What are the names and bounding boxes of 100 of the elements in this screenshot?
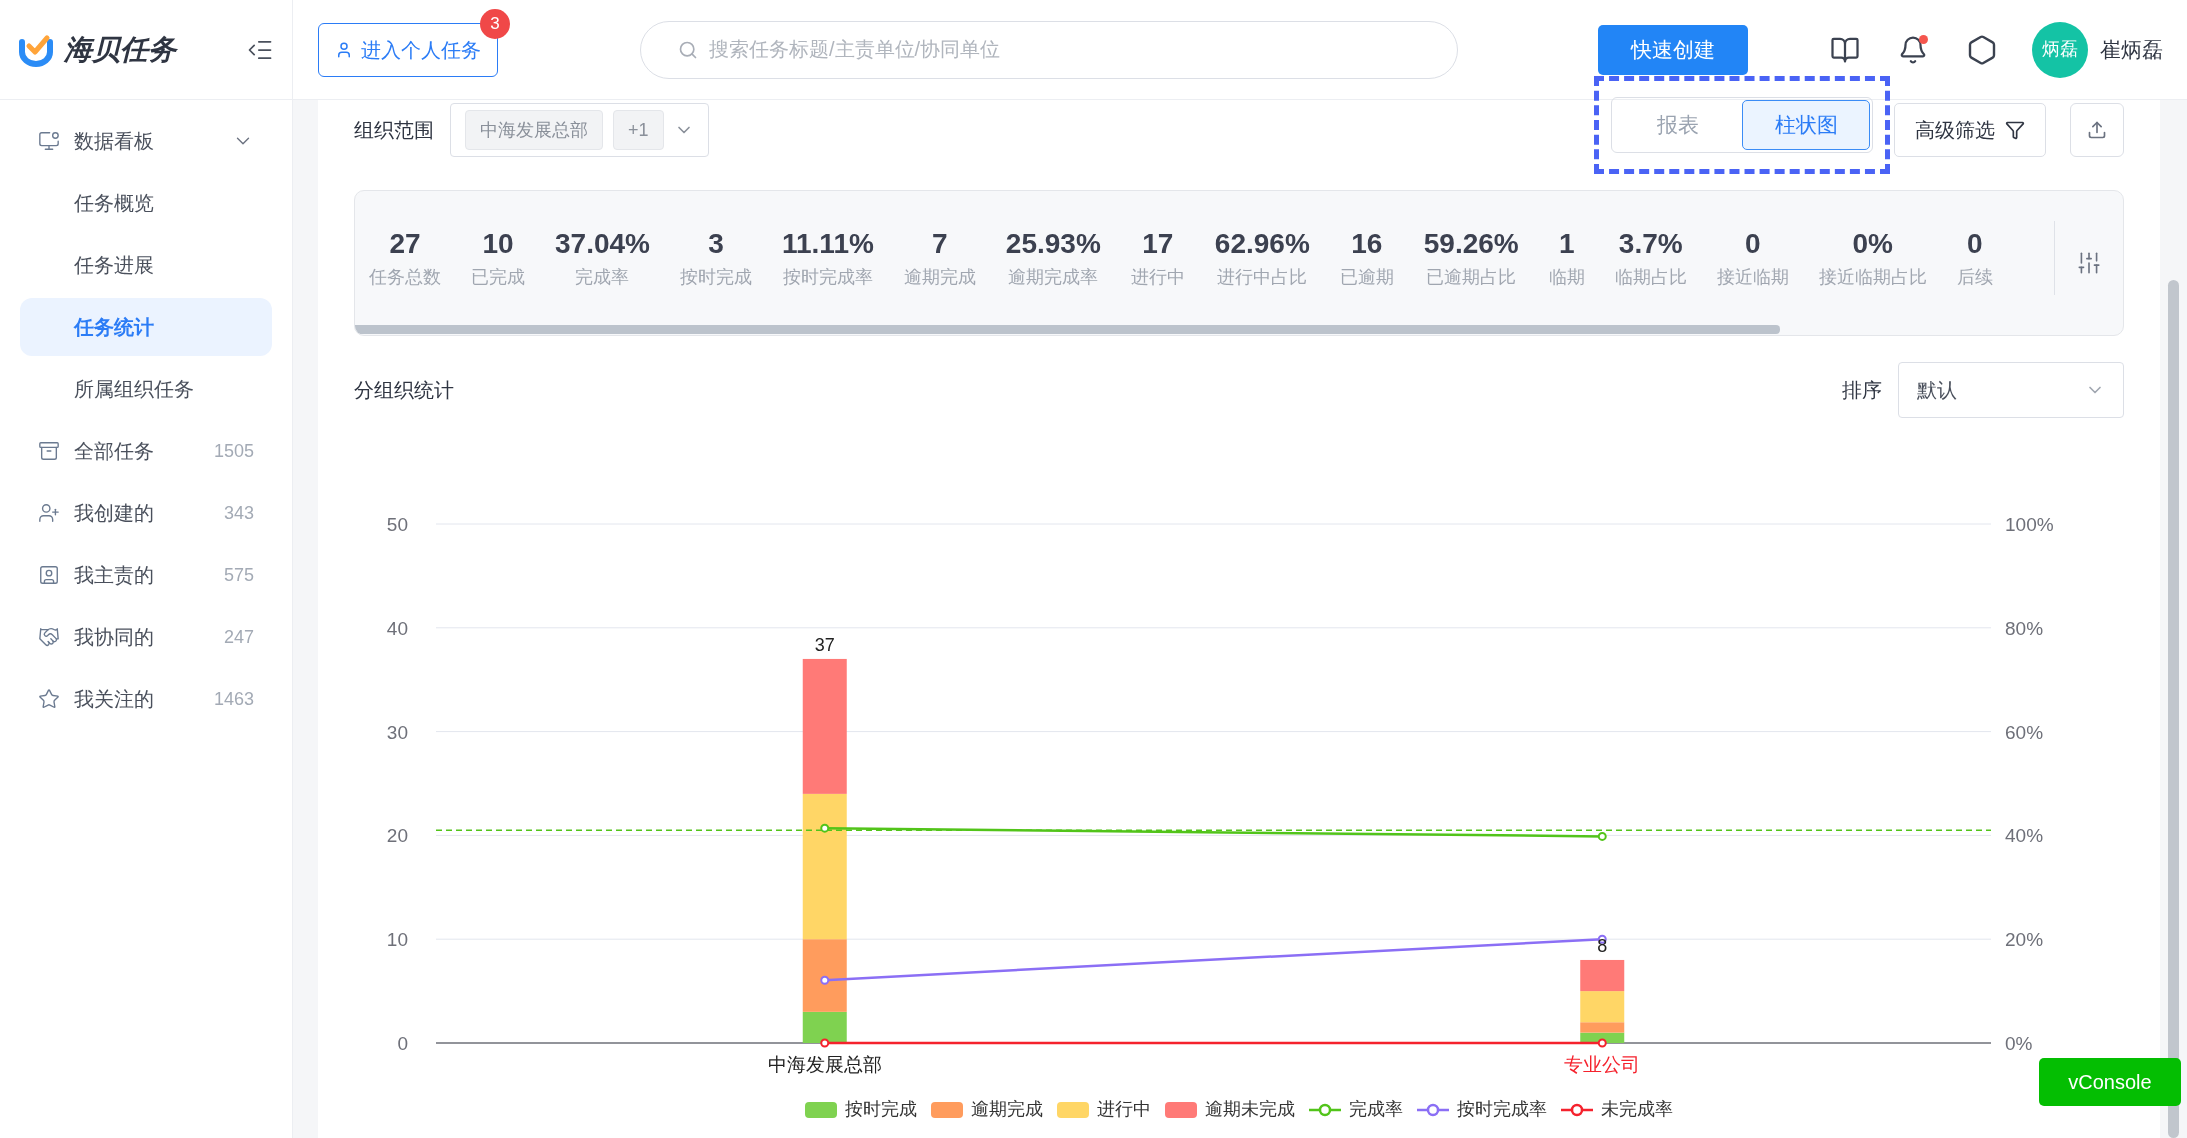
bar-total-label: 8 [1597,935,1608,956]
stat-value: 10 [482,226,514,261]
stat-value: 27 [389,226,421,261]
scope-label: 组织范围 [354,118,434,143]
axis-tick-label: 80% [2005,617,2044,639]
stat-value: 0 [1744,226,1761,261]
user-name: 崔炳磊 [2100,36,2163,63]
stat-label: 后续 [1956,265,1993,289]
stat-value: 0 [1966,226,1983,261]
category-label: 专业公司 [1564,1054,1641,1075]
sidebar-subitem[interactable]: 任务统计 [20,298,272,356]
stat-label: 已逾期 [1339,265,1394,289]
legend-label[interactable]: 逾期完成 [971,1096,1043,1123]
axis-tick-label: 30 [386,721,408,743]
horizontal-scrollbar[interactable] [355,325,1780,334]
upload-icon [2087,120,2107,140]
axis-tick-label: 40 [386,617,408,639]
stat-label: 临期占比 [1614,265,1687,289]
sidebar-item[interactable]: 全部任务 1505 [20,422,272,480]
stat-label: 进行中占比 [1217,265,1308,289]
stat-label: 按时完成率 [782,265,873,289]
stat-value: 11.11% [781,226,874,261]
column-settings-icon[interactable] [2076,250,2102,276]
legend-label[interactable]: 进行中 [1097,1096,1151,1123]
scope-tag: 中海发展总部 [465,110,603,150]
sidebar-item[interactable]: 我协同的 247 [20,608,272,666]
stat-value: 25.93% [1005,226,1101,261]
sidebar-subitem[interactable]: 任务概览 [20,174,272,232]
point [820,1038,830,1048]
legend-label[interactable]: 完成率 [1349,1096,1403,1123]
point [1597,1038,1607,1048]
sidebar-item[interactable]: 我主责的 575 [20,546,272,604]
stat-label: 逾期完成 [903,265,976,289]
sort-select[interactable]: 默认 [1898,362,2124,418]
stat-value: 3 [708,226,724,261]
bar-total-label: 37 [814,634,835,655]
stat-value: 7 [932,226,948,261]
sidebar-subitem[interactable]: 所属组织任务 [20,360,272,418]
point [820,823,830,833]
axis-tick-label: 40% [2005,825,2044,847]
legend-label[interactable]: 未完成率 [1601,1096,1673,1123]
axis-tick-label: 0% [2005,1033,2033,1054]
stat-label: 任务总数 [369,265,441,289]
stat-label: 临期 [1548,265,1585,289]
category-label: 中海发展总部 [767,1054,882,1075]
bell-icon[interactable] [1898,34,1928,65]
axis-tick-label: 10 [386,929,408,951]
search-field[interactable]: 搜索任务标题/主责单位/协同单位 [640,20,1458,79]
point [1597,831,1607,841]
user-card-icon [38,564,60,586]
axis-tick-label: 60% [2005,721,2044,743]
sidebar-item[interactable]: 我关注的 1463 [20,670,272,728]
filter-icon [2005,120,2025,140]
stat-label: 接近临期 [1716,265,1789,289]
legend-line-icon [1561,1101,1593,1118]
legend-line-icon [1309,1101,1341,1118]
stat-label: 已完成 [471,265,525,289]
sort-label: 排序 [1842,378,1882,403]
stat-value: 59.26% [1423,226,1519,261]
section-title: 分组织统计 [354,378,455,403]
legend-swatch [805,1101,837,1118]
axis-tick-label: 50 [386,514,408,535]
stat-value: 0% [1852,226,1893,261]
stat-value: 17 [1142,226,1174,261]
stat-value: 62.96% [1214,226,1310,261]
legend-label[interactable]: 逾期未完成 [1205,1096,1295,1123]
legend-line-icon [1417,1101,1449,1118]
point [820,975,830,985]
stat-label: 完成率 [575,265,630,289]
scope-tag: +1 [613,110,664,150]
legend-label[interactable]: 按时完成率 [1457,1096,1547,1123]
axis-tick-label: 0 [397,1033,408,1054]
bar-segment [1580,959,1625,992]
stat-value: 1 [1558,226,1575,261]
legend-swatch [931,1101,963,1118]
legend-swatch [1165,1101,1197,1118]
axis-tick-label: 100% [2005,514,2054,535]
stat-value: 37.04% [555,226,650,261]
sidebar-subitem[interactable]: 任务进展 [20,236,272,294]
app-name: 海贝任务 [64,32,179,67]
export-button[interactable] [2070,103,2124,157]
stat-label: 进行中 [1130,265,1185,289]
archive-icon [38,440,60,462]
legend-label[interactable]: 按时完成 [845,1096,917,1123]
handshake-icon [38,626,60,648]
star-icon [38,688,60,710]
stat-label: 接近临期占比 [1818,265,1927,289]
quick-create-button[interactable]: 快速创建 [1598,24,1748,75]
sidebar-item[interactable]: 数据看板 [20,112,272,170]
vertical-scrollbar[interactable] [2168,280,2179,1138]
legend-swatch [1057,1101,1089,1118]
stat-label: 按时完成 [679,265,752,289]
view-tab[interactable]: 柱状图 [1742,100,1870,150]
stat-label: 已逾期占比 [1426,265,1517,289]
user-icon [335,40,353,59]
dashboard-icon [38,130,60,152]
advanced-filter-button[interactable]: 高级筛选 [1894,103,2046,157]
sidebar-item[interactable]: 我创建的 343 [20,484,272,542]
settings-icon[interactable] [1966,33,1998,66]
stat-value: 3.7% [1618,226,1683,261]
